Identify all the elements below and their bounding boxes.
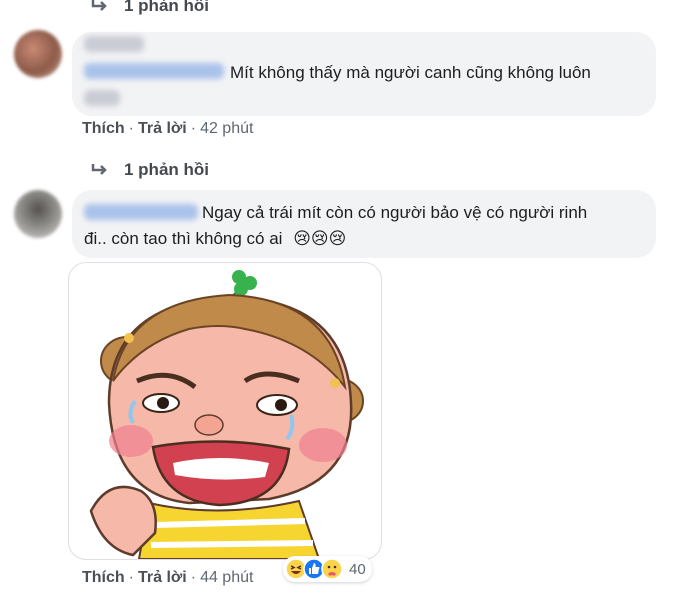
care-icon <box>321 558 343 580</box>
like-button[interactable]: Thích <box>82 569 125 587</box>
timestamp[interactable]: 42 phút <box>200 120 253 138</box>
comment-actions: Thích · Trả lời · 44 phút <box>82 569 253 587</box>
separator: · <box>190 569 197 586</box>
comment-text: Mít không thấy mà người canh cũng không … <box>230 63 591 82</box>
crying-face-emoji: 😢😢😢 <box>293 229 347 248</box>
comment-text-line1: Ngay cả trái mít còn có người bảo vệ có … <box>202 203 588 222</box>
comment-actions: Thích · Trả lời · 42 phút <box>82 120 253 138</box>
reaction-summary[interactable]: 40 <box>283 556 372 582</box>
reply-button[interactable]: Trả lời <box>138 120 187 138</box>
view-replies-link-2[interactable]: 1 phản hồi <box>90 160 209 180</box>
reply-arrow-icon <box>91 0 107 11</box>
separator: · <box>190 120 197 137</box>
crying-girl-sticker-illustration <box>89 270 364 559</box>
sticker-image[interactable] <box>68 262 382 560</box>
avatar[interactable] <box>14 30 62 78</box>
blurred-username <box>84 63 224 79</box>
reaction-count: 40 <box>349 560 366 578</box>
avatar[interactable] <box>14 190 62 238</box>
blurred-username <box>84 36 144 52</box>
reply-button[interactable]: Trả lời <box>138 569 187 587</box>
comment-bubble: Ngay cả trái mít còn có người bảo vệ có … <box>72 190 656 258</box>
blurred-username <box>84 204 198 220</box>
comment-text-line2: đi.. còn tao thì không có ai 😢😢😢 <box>84 229 347 248</box>
view-replies-link-1[interactable]: 1 phản hồi <box>90 0 209 16</box>
like-button[interactable]: Thích <box>82 120 125 138</box>
reply-arrow-icon <box>91 164 107 175</box>
separator: · <box>128 120 134 137</box>
blurred-username <box>84 90 120 106</box>
timestamp[interactable]: 44 phút <box>200 569 253 587</box>
view-replies-label: 1 phản hồi <box>124 160 209 179</box>
separator: · <box>128 569 134 586</box>
comment-bubble: Mít không thấy mà người canh cũng không … <box>72 32 656 116</box>
view-replies-label: 1 phản hồi <box>124 0 209 15</box>
